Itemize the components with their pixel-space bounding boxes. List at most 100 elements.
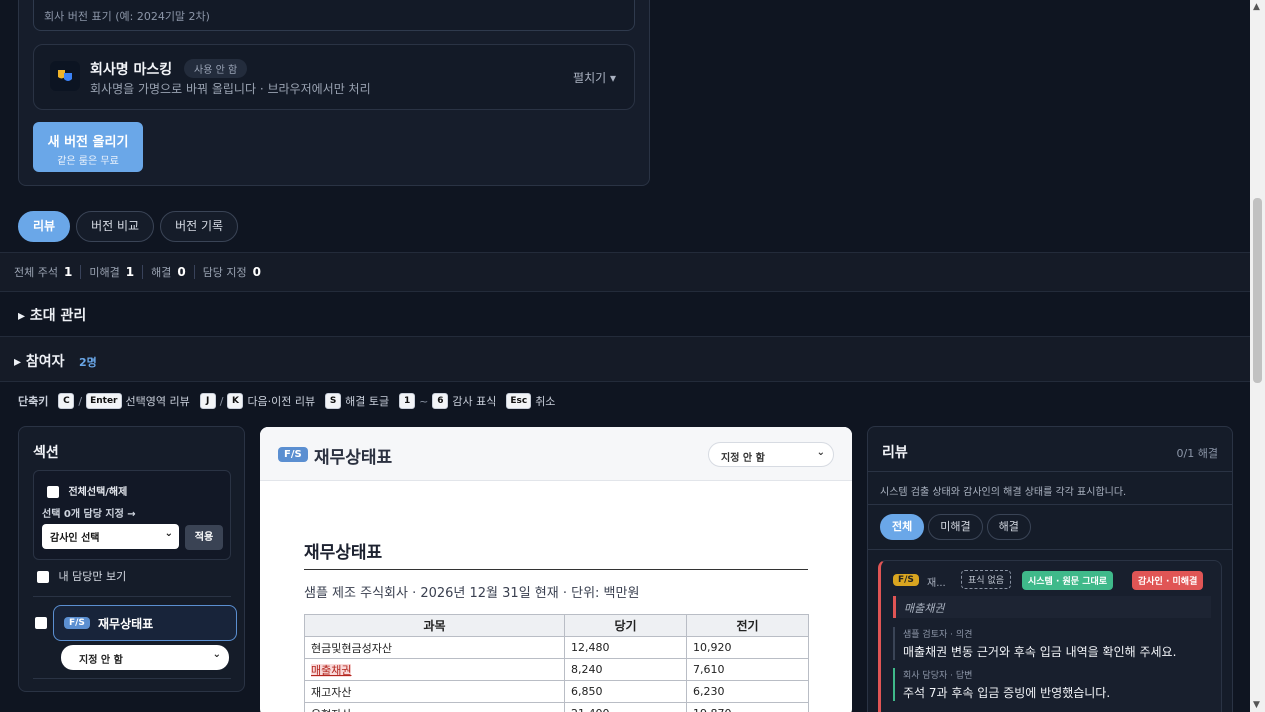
mask-icon (50, 61, 80, 91)
mask-status-badge: 사용 안 함 (184, 59, 248, 78)
filter-all[interactable]: 전체 (880, 514, 925, 540)
comment-text: 매출채권 변동 근거와 후속 입금 내역을 확인해 주세요. (903, 645, 1177, 659)
mask-title: 회사명 마스킹 (90, 62, 173, 78)
stat-resolved-value: 0 (177, 265, 186, 279)
mask-expand-toggle[interactable]: 펼치기 ▾ (573, 69, 616, 86)
key-separator: / (219, 394, 224, 408)
version-label-input[interactable]: 회사 버전 표기 (예: 2024기말 2차) (33, 0, 635, 31)
table-cell[interactable]: 재고자산 (304, 680, 565, 703)
table-cell[interactable]: 매출채권 (304, 658, 565, 681)
annotation-stats: 전체 주석 1 미해결 1 해결 0 담당 지정 0 (0, 252, 1250, 292)
review-reply: 회사 담당자 · 답변 주석 7과 후속 입금 증빙에 반영했습니다. (893, 668, 1213, 701)
table-cell[interactable]: 7,610 (686, 658, 809, 681)
page-scrollbar[interactable]: ▲ ▼ (1250, 0, 1265, 712)
table-cell[interactable]: 19,870 (686, 702, 809, 712)
auditor-select[interactable]: 감사인 선택 ⌄ (42, 524, 179, 549)
stat-total-value: 1 (63, 265, 73, 279)
system-status-badge: 시스템 · 원문 그대로 (1022, 571, 1114, 590)
upload-new-version-button[interactable]: 새 버전 올리기 같은 룸은 무료 (33, 122, 143, 172)
table-cell[interactable]: 10,920 (686, 636, 809, 659)
tab-version-compare[interactable]: 버전 비교 (76, 211, 155, 242)
table-cell[interactable]: 12,480 (564, 636, 687, 659)
filter-open[interactable]: 미해결 (928, 514, 983, 540)
invite-management-toggle[interactable]: ▸ 초대 관리 (18, 305, 86, 325)
section-checkbox[interactable] (35, 617, 47, 629)
audit-mark-badge[interactable]: 표식 없음 (961, 570, 1011, 589)
mine-only-checkbox[interactable] (37, 571, 49, 583)
table-cell[interactable]: 현금및현금성자산 (304, 636, 565, 659)
divider (868, 504, 1232, 505)
key-esc: Esc (506, 393, 532, 409)
scroll-thumb[interactable] (1253, 198, 1262, 383)
divider (142, 265, 144, 279)
shortcut-text: 선택영역 리뷰 (125, 395, 190, 408)
bulk-assign-box: 전체선택/해제 선택 0개 담당 지정 → 감사인 선택 ⌄ 적용 (33, 470, 231, 560)
stat-total-label: 전체 주석 (14, 266, 58, 279)
key-separator: ~ (419, 394, 429, 408)
mine-only-label: 내 담당만 보기 (58, 570, 127, 583)
stat-open-value: 1 (125, 265, 135, 279)
company-mask-panel: 회사명 마스킹 사용 안 함 회사명을 가명으로 바꿔 올립니다 · 브라우저에… (33, 44, 635, 110)
shortcut-bar: 단축키 C / Enter 선택영역 리뷰 J / K 다음·이전 리뷰 S 해결 토글… (18, 393, 565, 409)
participants-toggle[interactable]: ▸ 참여자 (14, 351, 65, 371)
scroll-down-arrow-icon[interactable]: ▼ (1253, 700, 1260, 710)
table-row: 현금및현금성자산 12,480 10,920 (304, 636, 809, 659)
stat-resolved: 해결 0 (151, 264, 186, 280)
divider (868, 549, 1232, 550)
review-panel: 리뷰 0/1 해결 시스템 검출 상태와 감사인의 해결 상태를 각각 표시합니… (867, 426, 1233, 712)
table-row: 매출채권 8,240 7,610 (304, 658, 809, 681)
section-assign-select[interactable]: 지정 안 함 ⌄ (61, 645, 229, 670)
key-c: C (58, 393, 75, 409)
document-assign-select[interactable]: 지정 안 함 ⌄ (708, 442, 834, 467)
chevron-down-icon: ⌄ (164, 528, 173, 539)
review-card[interactable]: F/S 재... 표식 없음 시스템 · 원문 그대로 감사인 · 미해결 매출… (878, 560, 1222, 712)
select-all-checkbox[interactable] (47, 486, 59, 498)
divider (304, 569, 808, 570)
comment-text: 주석 7과 후속 입금 증빙에 반영했습니다. (903, 686, 1111, 700)
mine-only-toggle[interactable]: 내 담당만 보기 (37, 568, 126, 584)
participants-panel[interactable]: ▸ 참여자 2명 (0, 336, 1250, 382)
comment-author: 샘플 검토자 · 의견 (903, 630, 973, 640)
key-6: 6 (432, 393, 449, 409)
document-heading: 재무상태표 (304, 543, 383, 563)
comment-author: 회사 담당자 · 답변 (903, 671, 973, 681)
review-panel-title: 리뷰 (882, 445, 908, 461)
key-1: 1 (399, 393, 416, 409)
filter-resolved[interactable]: 해결 (986, 514, 1031, 540)
stat-assigned: 담당 지정 0 (203, 264, 261, 280)
scroll-up-arrow-icon[interactable]: ▲ (1253, 2, 1260, 12)
review-section-name: 재... (927, 578, 946, 589)
stat-assigned-label: 담당 지정 (202, 266, 247, 279)
table-header: 전기 (686, 614, 809, 637)
review-description: 시스템 검출 상태와 감사인의 해결 상태를 각각 표시합니다. (880, 487, 1127, 498)
document-assign-value: 지정 안 함 (721, 453, 765, 464)
divider (33, 678, 231, 679)
stat-resolved-label: 해결 (151, 266, 172, 279)
section-panel: 섹션 전체선택/해제 선택 0개 담당 지정 → 감사인 선택 ⌄ 적용 내 담… (18, 426, 245, 692)
auditor-status-badge[interactable]: 감사인 · 미해결 (1132, 571, 1204, 590)
review-quote[interactable]: 매출채권 (893, 596, 1211, 618)
select-all[interactable]: 전체선택/해제 (47, 483, 127, 498)
table-row: 유형자산 21,400 19,870 (304, 702, 809, 712)
table-cell[interactable]: 6,230 (686, 680, 809, 703)
select-all-label: 전체선택/해제 (68, 487, 128, 498)
tab-version-history[interactable]: 버전 기록 (160, 211, 239, 242)
table-header: 과목 (304, 614, 565, 637)
key-j: J (199, 393, 216, 409)
table-cell[interactable]: 유형자산 (304, 702, 565, 712)
apply-button[interactable]: 적용 (185, 525, 223, 550)
table-cell[interactable]: 6,850 (564, 680, 687, 703)
table-cell[interactable]: 21,400 (564, 702, 687, 712)
annotated-text[interactable]: 매출채권 (311, 663, 352, 677)
table-header: 당기 (564, 614, 687, 637)
upload-button-label: 새 버전 올리기 (47, 135, 129, 150)
table-cell[interactable]: 8,240 (564, 658, 687, 681)
key-enter: Enter (86, 393, 122, 409)
section-item-balance-sheet[interactable]: F/S 재무상태표 (53, 605, 237, 641)
shortcut-text: 취소 (535, 395, 556, 408)
upload-card: 회사 버전 표기 (예: 2024기말 2차) 회사명 마스킹 사용 안 함 회… (18, 0, 650, 186)
tab-review[interactable]: 리뷰 (18, 211, 71, 242)
review-filters: 전체 미해결 해결 (880, 514, 1031, 540)
stat-open-label: 미해결 (89, 266, 120, 279)
participants-count: 2명 (79, 356, 97, 369)
